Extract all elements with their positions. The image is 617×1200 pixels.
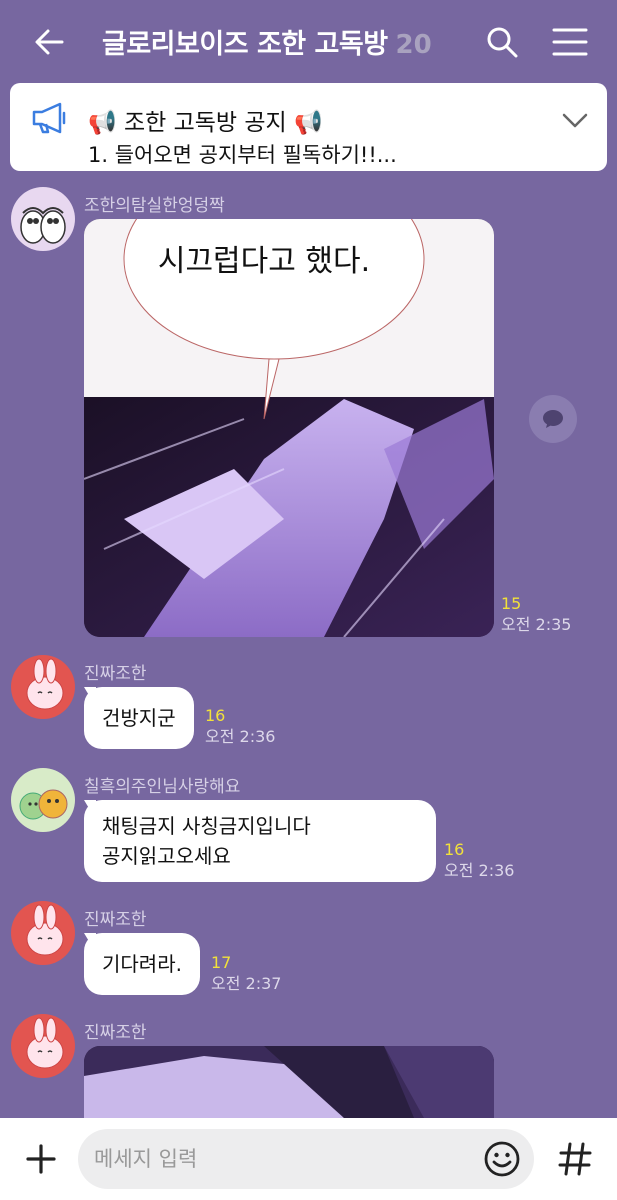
chat-header: 글로리보이즈 조한 고독방 20 — [0, 0, 617, 82]
message-bubble[interactable]: 채팅금지 사칭금지입니다 공지읽고오세요 — [84, 800, 436, 882]
notice-banner[interactable]: 📢 조한 고독방 공지 📢 1. 들어오면 공지부터 필독하기!!... — [10, 83, 607, 171]
sender-name: 진짜조한 — [84, 1023, 147, 1043]
chevron-down-icon[interactable] — [560, 105, 590, 135]
image-message[interactable]: 시끄럽다고 했다. — [84, 219, 494, 637]
image-message[interactable] — [84, 1046, 494, 1118]
read-count: 16 — [444, 840, 465, 859]
notice-body: 1. 들어오면 공지부터 필독하기!!... — [88, 143, 397, 167]
rabbit-avatar-icon — [26, 1017, 64, 1069]
message-input[interactable] — [94, 1129, 474, 1189]
back-arrow-icon[interactable] — [32, 24, 68, 60]
sender-name: 조한의탐실한엉덩짝 — [84, 196, 225, 216]
plus-icon[interactable] — [22, 1140, 60, 1178]
webtoon-panel-image: 시끄럽다고 했다. — [84, 219, 494, 637]
search-icon[interactable] — [484, 24, 520, 60]
message-input-wrapper — [78, 1129, 534, 1189]
share-button[interactable] — [529, 395, 577, 443]
sender-name: 칠흑의주인님사랑해요 — [84, 777, 241, 797]
message-time: 오전 2:37 — [211, 974, 282, 993]
read-count: 16 — [205, 706, 226, 725]
message-text-line: 채팅금지 사칭금지입니다 — [102, 814, 311, 838]
avatar[interactable] — [11, 1014, 75, 1078]
sender-name: 진짜조한 — [84, 664, 147, 684]
avatar[interactable] — [11, 655, 75, 719]
speech-bubble-text: 시끄럽다고 했다. — [158, 244, 370, 279]
read-count: 17 — [211, 953, 232, 972]
message-bubble[interactable]: 기다려라. — [84, 933, 200, 995]
message-meta: 15 오전 2:35 — [501, 594, 571, 636]
rabbit-avatar-icon — [26, 904, 64, 956]
speech-bubble-icon — [543, 410, 563, 428]
message-input-bar — [0, 1118, 617, 1200]
sender-name: 진짜조한 — [84, 910, 147, 930]
message-meta: 16 오전 2:36 — [205, 706, 275, 748]
hash-icon[interactable] — [552, 1136, 598, 1182]
avatar[interactable] — [11, 768, 75, 832]
chat-title-group[interactable]: 글로리보이즈 조한 고독방 20 — [102, 22, 432, 62]
character-avatar-icon — [19, 789, 68, 820]
message-time: 오전 2:36 — [444, 861, 515, 880]
penguin-avatar-icon — [20, 207, 66, 244]
message-time: 오전 2:35 — [501, 615, 572, 634]
message-meta: 17 오전 2:37 — [211, 953, 281, 995]
message-bubble[interactable]: 건방지군 — [84, 687, 194, 749]
avatar[interactable] — [11, 901, 75, 965]
notice-title: 📢 조한 고독방 공지 📢 — [88, 110, 323, 136]
avatar[interactable] — [11, 187, 75, 251]
hamburger-menu-icon[interactable] — [550, 24, 590, 60]
rabbit-avatar-icon — [26, 658, 64, 710]
read-count: 15 — [501, 594, 522, 613]
member-count: 20 — [395, 30, 432, 60]
webtoon-panel-image — [84, 1046, 494, 1118]
smiley-icon[interactable] — [482, 1139, 522, 1179]
message-text-line: 공지읽고오세요 — [102, 844, 231, 868]
message-meta: 16 오전 2:36 — [444, 840, 514, 882]
message-time: 오전 2:36 — [205, 727, 276, 746]
message-text: 기다려라. — [102, 952, 182, 976]
chat-title: 글로리보이즈 조한 고독방 — [102, 29, 388, 60]
megaphone-icon — [32, 102, 66, 134]
message-text: 건방지군 — [102, 706, 176, 730]
